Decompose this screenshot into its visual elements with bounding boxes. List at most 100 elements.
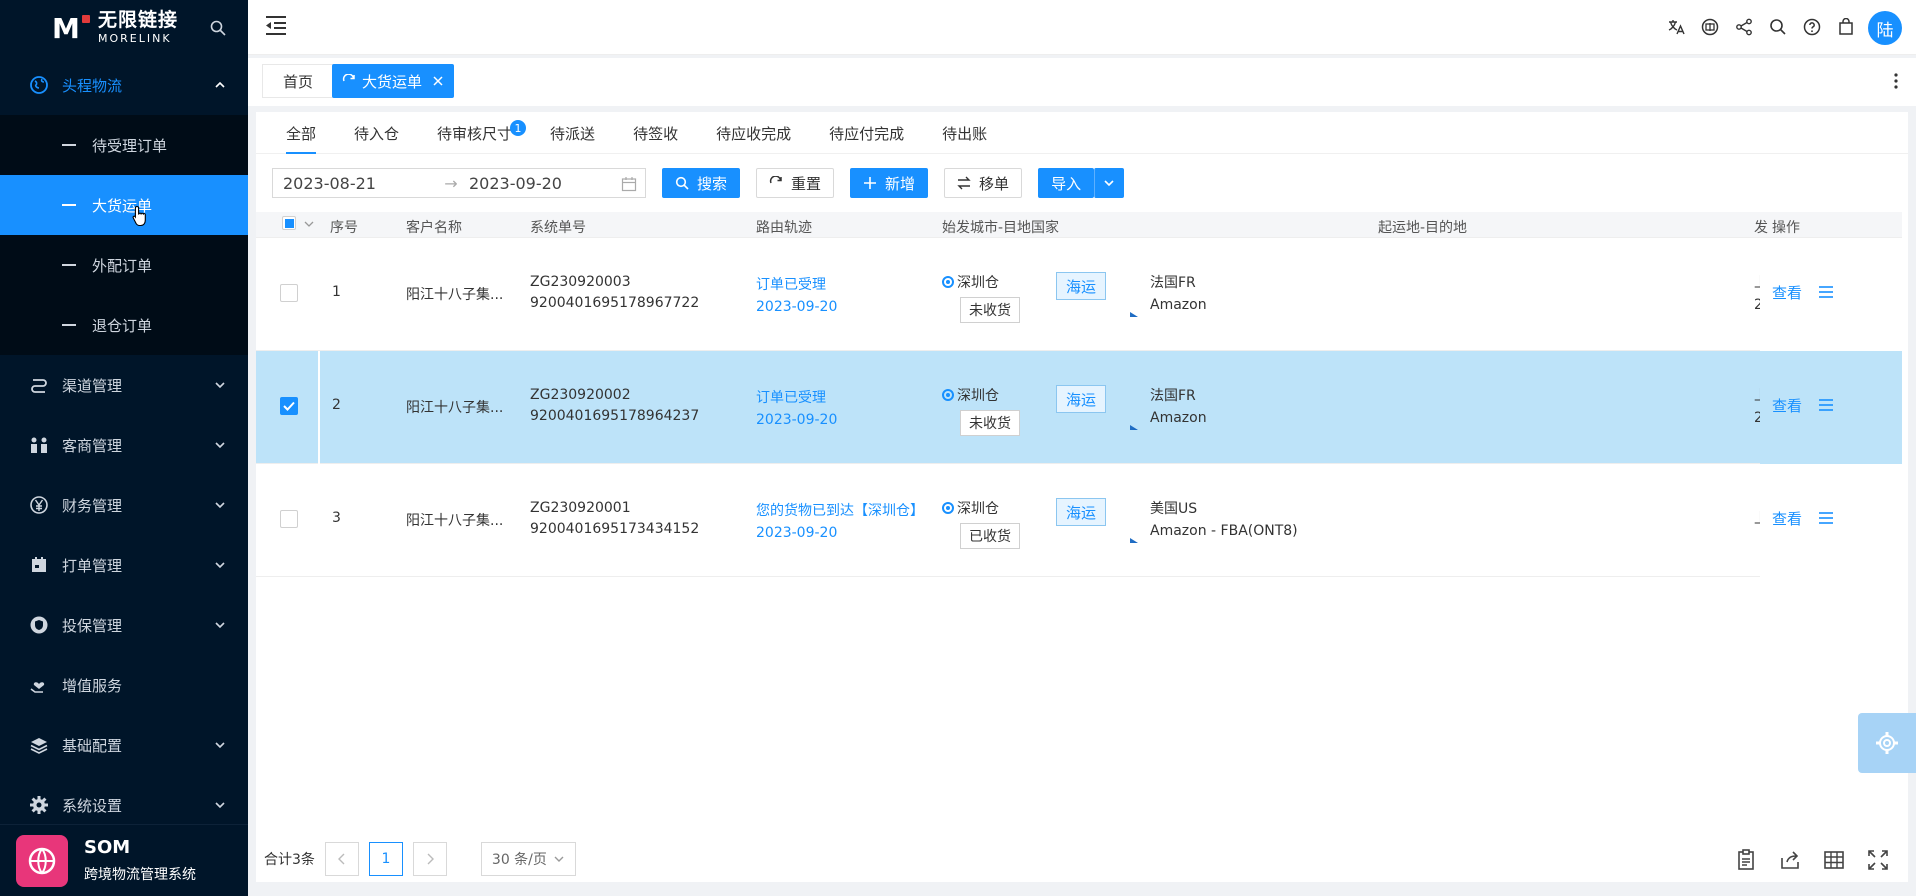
language-icon[interactable]	[1700, 17, 1720, 37]
sidebar-item-customers[interactable]: 客商管理	[0, 415, 248, 475]
row-checkbox[interactable]	[280, 510, 298, 528]
pagination: 合计3条 1 30 条/页	[264, 842, 576, 876]
sidebar-item-finance[interactable]: 财务管理	[0, 475, 248, 535]
table-columns-icon[interactable]	[1822, 848, 1846, 872]
sidebar-item-insurance[interactable]: 投保管理	[0, 595, 248, 655]
close-icon[interactable]	[432, 75, 444, 87]
collapse-menu-icon[interactable]	[264, 14, 288, 36]
row-sys-no: ZG230920002 9200401695178964237	[530, 387, 699, 424]
row-route[interactable]: 您的货物已到达【深圳仓】 2023-09-20	[756, 500, 924, 541]
sidebar-item-label: 投保管理	[62, 616, 123, 635]
table-row[interactable]: 1 阳江十八子集... ZG230920003 9200401695178967…	[256, 238, 1902, 351]
row-dest-country: 法国FR	[1150, 275, 1196, 291]
sidebar-subitem-return-orders[interactable]: 退仓订单	[0, 295, 248, 355]
user-avatar[interactable]: 陆	[1868, 11, 1902, 45]
sidebar-item-label: 增值服务	[62, 676, 123, 695]
menu-lines-icon[interactable]	[1818, 511, 1834, 525]
date-start[interactable]: 2023-08-21	[283, 174, 433, 193]
sidebar-item-channels[interactable]: 渠道管理	[0, 355, 248, 415]
prev-page-button[interactable]	[324, 842, 359, 876]
export-icon[interactable]	[1778, 848, 1802, 872]
shopping-bag-icon[interactable]	[1836, 17, 1856, 37]
menu-lines-icon[interactable]	[1818, 398, 1834, 412]
sidebar-item-label: 打单管理	[62, 556, 123, 575]
clipboard-icon[interactable]	[1734, 848, 1758, 872]
tab-home[interactable]: 首页	[262, 64, 335, 98]
transfer-button[interactable]: 移单	[944, 168, 1023, 198]
sidebar-item-label: 客商管理	[62, 436, 123, 455]
brand-name-en: MORELINK	[98, 32, 172, 45]
view-link[interactable]: 查看	[1772, 282, 1802, 303]
tab-pending-signature[interactable]: 待签收	[633, 112, 678, 154]
page-size-select[interactable]: 30 条/页	[480, 842, 576, 876]
row-route[interactable]: 订单已受理 2023-09-20	[756, 387, 837, 428]
tab-pending-payable[interactable]: 待应付完成	[829, 112, 904, 154]
sidebar-item-printing[interactable]: 打单管理	[0, 535, 248, 595]
row-dest-site: Amazon	[1150, 297, 1207, 313]
date-end[interactable]: 2023-09-20	[469, 174, 562, 193]
tab-all[interactable]: 全部	[286, 112, 317, 154]
refresh-icon[interactable]	[342, 74, 356, 88]
row-seq: 1	[332, 284, 341, 300]
row-seq: 3	[332, 510, 341, 526]
import-button[interactable]: 导入	[1038, 168, 1095, 198]
select-all-checkbox[interactable]	[282, 216, 296, 230]
chevron-down-icon[interactable]	[304, 220, 314, 228]
row-checkbox[interactable]	[280, 284, 298, 302]
column-header-origin-dest: 始发城市-目地国家	[942, 220, 1060, 236]
tab-pending-receivable[interactable]: 待应收完成	[716, 112, 791, 154]
table-row[interactable]: 3 阳江十八子集... ZG230920001 9200401695173434…	[256, 464, 1902, 577]
row-route[interactable]: 订单已受理 2023-09-20	[756, 274, 837, 315]
status-tabs: 全部 待入仓 待审核尺寸 1 待派送 待签收 待应收完成 待应付完成 待出账	[256, 112, 1908, 154]
table-row[interactable]: 2 阳江十八子集... ZG230920002 9200401695178964…	[256, 351, 1902, 464]
settings-float-button[interactable]	[1858, 713, 1916, 773]
sidebar-subitem-pending-orders[interactable]: 待受理订单	[0, 115, 248, 175]
sidebar-item-value-added[interactable]: 增值服务	[0, 655, 248, 715]
help-icon[interactable]	[1802, 17, 1822, 37]
view-link[interactable]: 查看	[1772, 508, 1802, 529]
menu-lines-icon[interactable]	[1818, 285, 1834, 299]
tab-bulk-waybill[interactable]: 大货运单	[332, 64, 455, 98]
next-page-button[interactable]	[412, 842, 447, 876]
tab-pending-size-review[interactable]: 待审核尺寸 1	[437, 112, 527, 154]
translate-icon[interactable]	[1666, 17, 1686, 37]
shield-icon	[28, 614, 50, 636]
search-icon[interactable]	[210, 20, 226, 36]
radio-dot-icon	[942, 389, 954, 401]
sidebar-item-first-leg-logistics[interactable]: 头程物流	[0, 55, 248, 115]
tab-pending-billing[interactable]: 待出账	[942, 112, 987, 154]
import-dropdown-button[interactable]	[1094, 168, 1125, 198]
row-dest-country: 法国FR	[1150, 388, 1196, 404]
row-warehouse-name: 深圳仓	[957, 501, 999, 517]
sidebar-subitem-external-orders[interactable]: 外配订单	[0, 235, 248, 295]
add-button[interactable]: 新增	[850, 168, 929, 198]
share-icon[interactable]	[1734, 17, 1754, 37]
radio-dot-icon	[942, 502, 954, 514]
chevron-down-icon	[215, 442, 225, 449]
sidebar-item-basic-config[interactable]: 基础配置	[0, 715, 248, 775]
search-button[interactable]: 搜索	[662, 168, 741, 198]
column-header-route: 路由轨迹	[756, 220, 812, 236]
reset-button[interactable]: 重置	[756, 168, 835, 198]
more-vertical-icon[interactable]	[1894, 72, 1898, 90]
fullscreen-icon[interactable]	[1866, 848, 1890, 872]
brand-logo[interactable]: M 无限链接 MORELINK	[0, 0, 248, 55]
search-icon[interactable]	[1768, 17, 1788, 37]
chevron-down-icon	[215, 382, 225, 389]
tab-pending-inbound[interactable]: 待入仓	[354, 112, 399, 154]
row-receive-status: 已收货	[960, 523, 1020, 549]
page-button-current[interactable]: 1	[368, 842, 403, 876]
row-checkbox[interactable]	[280, 397, 298, 415]
view-link[interactable]: 查看	[1772, 395, 1802, 416]
row-warehouse: 深圳仓 未收货	[942, 385, 1020, 436]
chevron-down-icon	[215, 802, 225, 809]
reset-icon	[769, 176, 783, 190]
chevron-down-icon	[215, 622, 225, 629]
tab-pending-delivery[interactable]: 待派送	[550, 112, 595, 154]
sidebar-subitem-bulk-waybill[interactable]: 大货运单	[0, 175, 248, 235]
waybill-table: 序号 客户名称 系统单号 路由轨迹 始发城市-目地国家 起运地-目的地 发 操作…	[256, 212, 1902, 577]
row-mode: 海运	[1056, 272, 1106, 300]
row-dest-site: Amazon - FBA(ONT8)	[1150, 523, 1298, 539]
row-mode-tag: 海运	[1056, 385, 1106, 413]
date-range-picker[interactable]: 2023-08-21 → 2023-09-20	[272, 168, 646, 198]
